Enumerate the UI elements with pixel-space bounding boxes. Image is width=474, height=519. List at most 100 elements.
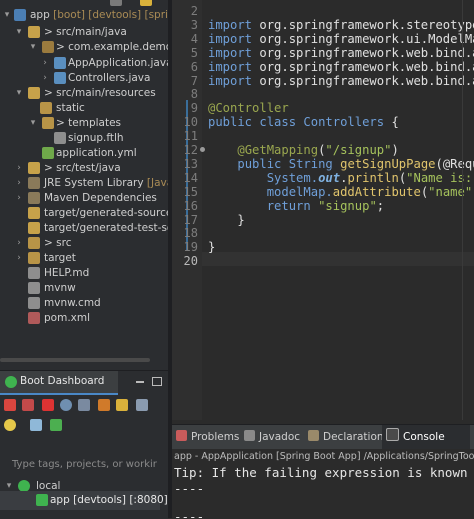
tab-problems[interactable]: Problems — [176, 425, 242, 449]
horizontal-scrollbar[interactable] — [0, 358, 150, 362]
code-token: System. — [267, 171, 318, 185]
code-token — [208, 157, 237, 171]
code-line: return "signup"; — [208, 199, 384, 213]
pencil-icon[interactable] — [116, 399, 128, 411]
source-folder-icon — [28, 207, 40, 219]
folder-icon — [40, 102, 52, 114]
code-token: import — [208, 32, 259, 46]
code-editor[interactable]: 23import org.springframework.stereotype4… — [172, 0, 474, 420]
lightbulb-icon[interactable] — [4, 419, 16, 431]
javadoc-icon — [244, 430, 255, 441]
line-number: 20 — [172, 254, 198, 268]
code-token: "/signup" — [325, 143, 391, 157]
java-file-icon — [54, 72, 66, 84]
properties-icon[interactable] — [136, 399, 148, 411]
filter-icon[interactable] — [30, 419, 42, 431]
restart-icon[interactable] — [22, 399, 34, 411]
tab-boot-dashboard[interactable]: Boot Dashboard — [0, 371, 118, 395]
tree-decoration: [boot] [devtools] [sprin — [53, 9, 168, 21]
code-token: import — [208, 46, 259, 60]
tab-label: Problems — [191, 431, 239, 443]
running-arrow-icon — [36, 494, 48, 506]
library-icon — [28, 192, 40, 204]
code-token: public — [237, 157, 288, 171]
line-number: 6 — [172, 60, 198, 74]
code-line: import org.springframework.web.bind.a — [208, 60, 474, 74]
console-line: Tip: If the failing expression is known … — [174, 465, 474, 480]
line-number: 19 — [172, 240, 198, 254]
line-number: 17 — [172, 213, 198, 227]
code-token: org.springframework.stereotype — [259, 18, 474, 32]
code-token: public class — [208, 115, 303, 129]
code-token: modelMap. — [267, 185, 333, 199]
code-token: "name" — [428, 185, 472, 199]
code-line: @Controller — [208, 101, 289, 115]
filter-input[interactable]: Type tags, projects, or workir — [12, 459, 157, 470]
source-folder-icon — [28, 26, 40, 38]
boot-app-item[interactable]: app [devtools] [:8080] — [0, 491, 160, 510]
code-line: } — [208, 213, 245, 227]
folder-icon — [28, 252, 40, 264]
tab-javadoc[interactable]: Javadoc — [244, 425, 304, 449]
globe-icon[interactable] — [60, 399, 72, 411]
tree-label: app — [30, 9, 50, 21]
code-token: import — [208, 18, 259, 32]
current-line-highlight — [202, 252, 474, 266]
fold-marker-icon[interactable] — [200, 147, 205, 152]
code-token: out — [318, 171, 340, 185]
code-token: } — [208, 213, 245, 227]
tab-declaration[interactable]: Declaration — [308, 425, 380, 449]
line-number: 14 — [172, 171, 198, 185]
line-number: 5 — [172, 46, 198, 60]
code-line: } — [208, 240, 215, 254]
file-icon — [54, 132, 66, 144]
code-token: org.springframework.web.bind.a — [259, 74, 474, 88]
line-number: 13 — [172, 157, 198, 171]
line-number: 12 — [172, 143, 198, 157]
folder-icon — [28, 237, 40, 249]
minimize-icon[interactable] — [136, 381, 144, 383]
sync-icon[interactable] — [98, 399, 110, 411]
code-token: String — [289, 157, 340, 171]
power-icon — [5, 376, 17, 388]
code-token: import — [208, 60, 259, 74]
source-folder-icon — [28, 162, 40, 174]
code-token: } — [208, 240, 215, 254]
line-number: 9 — [172, 101, 198, 115]
maximize-icon[interactable] — [152, 377, 162, 386]
tab-console[interactable]: Console — [382, 425, 470, 449]
line-number: 7 — [172, 74, 198, 88]
code-token: "Name is: — [406, 171, 474, 185]
app-label: app [devtools] [:8080] — [50, 491, 168, 510]
code-token: org.springframework.web.bind.a — [259, 60, 474, 74]
line-number: 16 — [172, 199, 198, 213]
code-line: public String getSignUpPage(@Requ — [208, 157, 474, 171]
source-folder-icon — [28, 87, 40, 99]
tab-label: Javadoc — [259, 431, 300, 443]
declaration-icon — [308, 430, 319, 441]
line-number: 4 — [172, 32, 198, 46]
code-token: @GetMapping — [237, 143, 318, 157]
code-line: @GetMapping("/signup") — [208, 143, 399, 157]
code-token: ; — [377, 199, 384, 213]
boot-toolbar — [0, 395, 168, 439]
package-explorer: ▾ app [boot] [devtools] [sprin ▾ > src/m… — [0, 0, 168, 366]
tree-item-pom-xml[interactable]: pom.xml — [0, 309, 168, 328]
start-icon[interactable] — [4, 399, 16, 411]
code-token: (@Requ — [436, 157, 474, 171]
code-token — [208, 143, 237, 157]
stop-icon[interactable] — [42, 399, 54, 411]
console-icon — [386, 428, 399, 441]
file-icon — [28, 297, 40, 309]
console-icon[interactable] — [78, 399, 90, 411]
line-number: 11 — [172, 129, 198, 143]
code-token: @Controller — [208, 101, 289, 115]
tree-label: pom.xml — [44, 309, 90, 328]
add-icon[interactable] — [50, 419, 62, 431]
source-folder-icon — [28, 222, 40, 234]
code-line: import org.springframework.stereotype — [208, 18, 474, 32]
code-line: public class Controllers { — [208, 115, 399, 129]
line-number: 8 — [172, 87, 198, 101]
console-header: app - AppApplication [Spring Boot App] /… — [174, 451, 474, 462]
code-token: return — [267, 199, 318, 213]
